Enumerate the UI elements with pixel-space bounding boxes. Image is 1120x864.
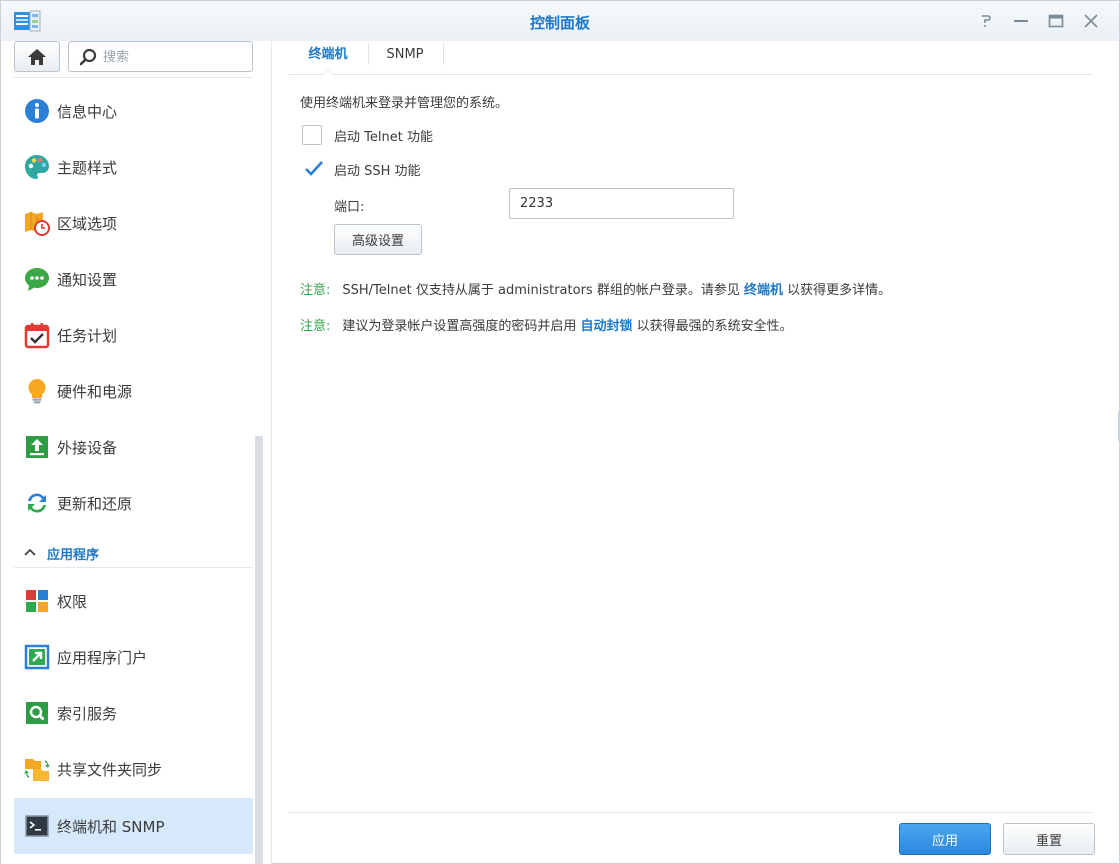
port-input[interactable] <box>509 188 734 219</box>
sidebar-item-label: 权限 <box>57 592 88 611</box>
search-input[interactable] <box>103 47 243 67</box>
refresh-icon <box>23 489 51 517</box>
folder-sync-icon <box>23 755 51 783</box>
chevron-up-icon <box>24 548 36 556</box>
sidebar: 信息中心 主题样式 区域选项 通知设置 任务计划 <box>1 41 271 864</box>
auto-block-link[interactable]: 自动封锁 <box>581 319 633 334</box>
region-clock-icon <box>23 209 51 237</box>
note-text: 以获得更多详情。 <box>782 283 892 298</box>
section-applications-toggle[interactable]: 应用程序 <box>14 540 253 566</box>
sidebar-item-label: 通知设置 <box>57 270 118 289</box>
palette-icon <box>23 153 51 181</box>
ssh-label: 启动 SSH 功能 <box>334 163 421 179</box>
checkmark-icon <box>305 161 323 176</box>
note-tag: 注意: <box>300 319 331 334</box>
minimize-icon[interactable] <box>1011 11 1031 31</box>
info-icon <box>23 97 51 125</box>
ssh-checkbox[interactable] <box>302 159 323 179</box>
sidebar-item-hardware-power[interactable]: 硬件和电源 <box>14 363 253 419</box>
sidebar-item-shared-folder-sync[interactable]: 共享文件夹同步 <box>14 741 253 797</box>
upload-device-icon <box>23 433 51 461</box>
search-icon <box>79 48 97 66</box>
sidebar-item-task-scheduler[interactable]: 任务计划 <box>14 307 253 363</box>
note-text: 以获得最强的系统安全性。 <box>632 319 793 334</box>
sidebar-divider <box>14 77 253 78</box>
sidebar-item-update-restore[interactable]: 更新和还原 <box>14 475 253 531</box>
sidebar-item-regional-options[interactable]: 区域选项 <box>14 195 253 251</box>
sidebar-item-label: 索引服务 <box>57 704 118 723</box>
tab-bar: 终端机 SNMP <box>289 41 1093 75</box>
note-text: 建议为登录帐户设置高强度的密码并启用 <box>342 319 581 334</box>
title-bar[interactable]: 控制面板 <box>1 1 1119 41</box>
search-box[interactable] <box>68 41 253 72</box>
calendar-check-icon <box>23 321 51 349</box>
sidebar-item-application-portal[interactable]: 应用程序门户 <box>14 629 253 685</box>
sidebar-item-notifications[interactable]: 通知设置 <box>14 251 253 307</box>
sidebar-item-label: 任务计划 <box>57 326 118 345</box>
sidebar-item-label: 更新和还原 <box>57 494 133 513</box>
section-label: 应用程序 <box>47 547 100 563</box>
sidebar-item-label: 外接设备 <box>57 438 118 457</box>
reset-button[interactable]: 重置 <box>1003 823 1095 855</box>
advanced-settings-button[interactable]: 高级设置 <box>334 224 422 255</box>
terminal-help-link[interactable]: 终端机 <box>744 283 783 298</box>
sidebar-item-label: 区域选项 <box>57 214 118 233</box>
maximize-icon[interactable] <box>1046 11 1066 31</box>
app-portal-icon <box>23 643 51 671</box>
telnet-option[interactable]: 启动 Telnet 功能 <box>302 125 433 145</box>
terminal-icon <box>23 812 51 840</box>
terminal-description: 使用终端机来登录并管理您的系统。 <box>300 96 509 111</box>
tab-snmp[interactable]: SNMP <box>377 41 433 74</box>
sidebar-item-terminal-snmp[interactable]: 终端机和 SNMP <box>14 798 253 854</box>
section-divider <box>14 567 253 568</box>
tab-label: 终端机 <box>308 47 348 62</box>
sidebar-item-label: 应用程序门户 <box>57 648 148 667</box>
privileges-grid-icon <box>23 587 51 615</box>
tab-terminal[interactable]: 终端机 <box>297 41 359 75</box>
help-icon[interactable] <box>976 11 996 31</box>
home-icon <box>28 49 46 65</box>
ssh-option[interactable]: 启动 SSH 功能 <box>302 159 421 179</box>
tab-separator <box>443 43 444 65</box>
sidebar-item-label: 信息中心 <box>57 102 118 121</box>
sidebar-item-indexing-service[interactable]: 索引服务 <box>14 685 253 741</box>
chat-bubble-icon <box>23 265 51 293</box>
home-button[interactable] <box>14 41 60 72</box>
apply-button[interactable]: 应用 <box>899 823 991 855</box>
sidebar-item-privileges[interactable]: 权限 <box>14 573 253 629</box>
sidebar-item-label: 硬件和电源 <box>57 382 133 401</box>
sidebar-item-label: 共享文件夹同步 <box>57 760 163 779</box>
active-tab-indicator <box>322 69 334 75</box>
sidebar-item-external-devices[interactable]: 外接设备 <box>14 419 253 475</box>
close-icon[interactable] <box>1081 11 1101 31</box>
sidebar-item-label: 终端机和 SNMP <box>57 817 165 836</box>
window-title: 控制面板 <box>529 14 590 32</box>
note-tag: 注意: <box>300 283 331 298</box>
control-panel-window: 控制面板 搜索 信息中心 主题样式 区域选项 通知设置 任务计划 硬件和电源 外… <box>0 0 1120 864</box>
sidebar-item-info-center[interactable]: 信息中心 <box>14 83 253 139</box>
sidebar-scrollbar[interactable] <box>255 436 263 864</box>
note-text: SSH/Telnet 仅支持从属于 administrators 群组的帐户登录… <box>342 283 744 298</box>
note-password-security: 注意: 建议为登录帐户设置高强度的密码并启用 自动封锁 以获得最强的系统安全性。 <box>300 315 793 334</box>
port-label: 端口: <box>334 200 365 215</box>
sidebar-item-theme[interactable]: 主题样式 <box>14 139 253 195</box>
tab-separator <box>368 43 369 65</box>
telnet-checkbox[interactable] <box>302 125 322 145</box>
sidebar-divider-vertical <box>271 41 272 864</box>
index-search-icon <box>23 699 51 727</box>
sidebar-item-label: 主题样式 <box>57 158 118 177</box>
lightbulb-icon <box>23 377 51 405</box>
note-ssh-telnet: 注意: SSH/Telnet 仅支持从属于 administrators 群组的帐… <box>300 279 891 298</box>
footer-divider <box>289 812 1093 813</box>
tab-label: SNMP <box>386 47 424 62</box>
telnet-label: 启动 Telnet 功能 <box>334 129 433 145</box>
